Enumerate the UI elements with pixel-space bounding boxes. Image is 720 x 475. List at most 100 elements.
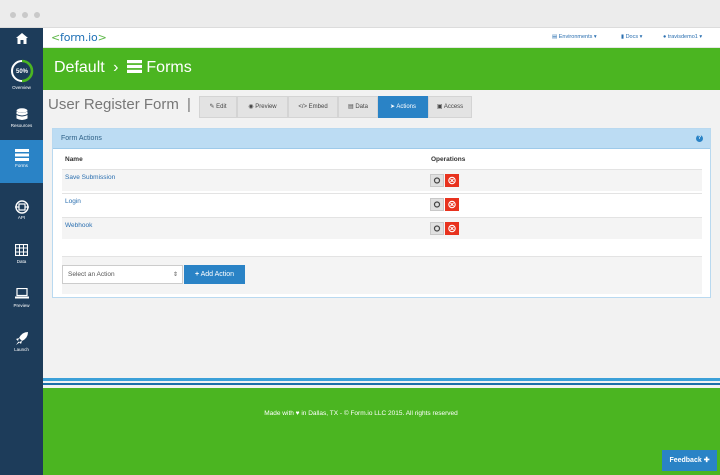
- select-caret-icon: ⇕: [172, 272, 178, 278]
- sidebar-item-preview[interactable]: Preview: [0, 280, 43, 316]
- sidebar: 50% Overview Resources Forms API Data Pr…: [0, 28, 43, 475]
- add-action-button[interactable]: + Add Action: [184, 265, 245, 284]
- sidebar-item-label: API: [17, 215, 26, 220]
- main-content: User Register Form | ✎ Edit ◉ Preview </…: [43, 90, 720, 380]
- forms-list-icon: [126, 60, 142, 78]
- formio-logo[interactable]: <form.io>: [51, 31, 107, 44]
- breadcrumb-section: Forms: [146, 59, 192, 76]
- action-name-link[interactable]: Login: [65, 198, 81, 205]
- book-icon: ▮: [621, 34, 625, 40]
- forms-list-icon: [0, 140, 43, 162]
- breadcrumb-separator: ›: [113, 59, 119, 76]
- select-placeholder: Select an Action: [68, 271, 115, 278]
- edit-action-button[interactable]: [430, 198, 444, 211]
- info-icon[interactable]: ?: [696, 135, 703, 142]
- tab-actions[interactable]: ➤ Actions: [378, 96, 428, 118]
- sidebar-item-forms[interactable]: Forms: [0, 140, 43, 183]
- page-footer: Made with ♥ in Dallas, TX - © Form.io LL…: [43, 388, 720, 475]
- column-header-name: Name: [65, 156, 83, 163]
- add-action-label: Add Action: [200, 271, 235, 278]
- rocket-icon: [0, 324, 43, 346]
- environments-dropdown[interactable]: ▤ Environments ▾: [552, 34, 597, 40]
- progress-ring-icon: 50%: [0, 58, 43, 84]
- footer-stripe-divider: [43, 378, 720, 381]
- panel-header: Form Actions ?: [53, 129, 710, 149]
- top-navbar: <form.io> ▤ Environments ▾ ▮ Docs ▾ ● tr…: [43, 28, 720, 48]
- home-icon: [0, 28, 43, 50]
- tab-embed[interactable]: </> Embed: [288, 96, 338, 118]
- column-header-operations: Operations: [431, 156, 466, 163]
- remove-icon: [448, 224, 456, 233]
- tab-preview[interactable]: ◉ Preview: [237, 96, 288, 118]
- tab-access[interactable]: ▣ Access: [428, 96, 472, 118]
- delete-action-button[interactable]: [445, 198, 459, 211]
- tab-label: Preview: [255, 104, 277, 110]
- window-minimize-dot[interactable]: [22, 12, 28, 18]
- api-plug-icon: [0, 192, 43, 214]
- tab-data[interactable]: ▤ Data: [338, 96, 378, 118]
- logo-text: form.io: [60, 31, 98, 44]
- laptop-icon: [0, 280, 43, 302]
- action-name-link[interactable]: Webhook: [65, 222, 92, 229]
- page-title: User Register Form |: [48, 96, 191, 113]
- window-maximize-dot[interactable]: [34, 12, 40, 18]
- sidebar-item-api[interactable]: API: [0, 192, 43, 228]
- docs-dropdown[interactable]: ▮ Docs ▾: [621, 34, 642, 40]
- logo-bracket-left: <: [51, 31, 61, 44]
- tab-label: Data: [355, 104, 369, 110]
- breadcrumb-project[interactable]: Default: [54, 59, 105, 76]
- form-actions-panel: Form Actions ? Name Operations Save Subm…: [52, 128, 711, 298]
- caret-down-icon: ▾: [593, 34, 597, 40]
- sidebar-item-launch[interactable]: Launch: [0, 324, 43, 360]
- sidebar-item-label: Launch: [14, 347, 29, 352]
- edit-action-button[interactable]: [430, 222, 444, 235]
- environments-icon: ▤: [552, 34, 558, 40]
- window-close-dot[interactable]: [10, 12, 16, 18]
- heart-icon: ♥: [295, 410, 300, 417]
- table-grid-icon: [0, 236, 43, 258]
- title-divider: |: [187, 96, 191, 113]
- action-select[interactable]: Select an Action ⇕: [62, 265, 183, 284]
- add-action-bar: Select an Action ⇕ + Add Action: [62, 256, 702, 294]
- action-name-link[interactable]: Save Submission: [65, 174, 115, 181]
- window-titlebar: [0, 0, 720, 28]
- sidebar-item-overview[interactable]: 50% Overview: [0, 58, 43, 94]
- plus-icon: +: [194, 271, 200, 278]
- remove-icon: [448, 200, 456, 209]
- tab-label: Edit: [216, 104, 227, 110]
- sidebar-item-data[interactable]: Data: [0, 236, 43, 272]
- table-row: Webhook: [62, 217, 702, 239]
- tab-edit[interactable]: ✎ Edit: [199, 96, 237, 118]
- delete-action-button[interactable]: [445, 174, 459, 187]
- tab-label: Actions: [396, 104, 417, 110]
- footer-text-before: Made with: [264, 410, 294, 417]
- plus-circle-icon: ✚: [703, 457, 710, 464]
- database-icon: [0, 100, 43, 122]
- tab-label: Embed: [308, 104, 328, 110]
- code-icon: </>: [298, 104, 307, 110]
- panel-title: Form Actions: [61, 135, 102, 142]
- tab-label: Access: [443, 104, 464, 110]
- sidebar-item-label: Preview: [13, 303, 30, 308]
- feedback-label: Feedback: [669, 457, 702, 464]
- lock-icon: ▣: [436, 104, 443, 110]
- caret-down-icon: ▾: [639, 34, 643, 40]
- table-row: Login: [62, 193, 702, 215]
- edit-icon: [433, 225, 441, 232]
- progress-label: 50%: [15, 69, 28, 75]
- sidebar-item-label: Resources: [10, 123, 33, 128]
- sidebar-item-label: Overview: [12, 85, 31, 90]
- feedback-button[interactable]: Feedback ✚: [662, 450, 717, 471]
- user-menu[interactable]: ● travisdemo1 ▾: [663, 34, 702, 40]
- docs-label: Docs: [625, 34, 639, 40]
- sidebar-item-label: Data: [16, 259, 27, 264]
- edit-icon: [433, 201, 441, 208]
- edit-action-button[interactable]: [430, 174, 444, 187]
- edit-icon: [433, 177, 441, 184]
- page-header: Default › Forms: [43, 48, 720, 90]
- sidebar-item-resources[interactable]: Resources: [0, 100, 43, 136]
- home-link[interactable]: [0, 28, 43, 52]
- table-row: Save Submission: [62, 169, 702, 191]
- paper-plane-icon: ➤: [389, 104, 395, 110]
- delete-action-button[interactable]: [445, 222, 459, 235]
